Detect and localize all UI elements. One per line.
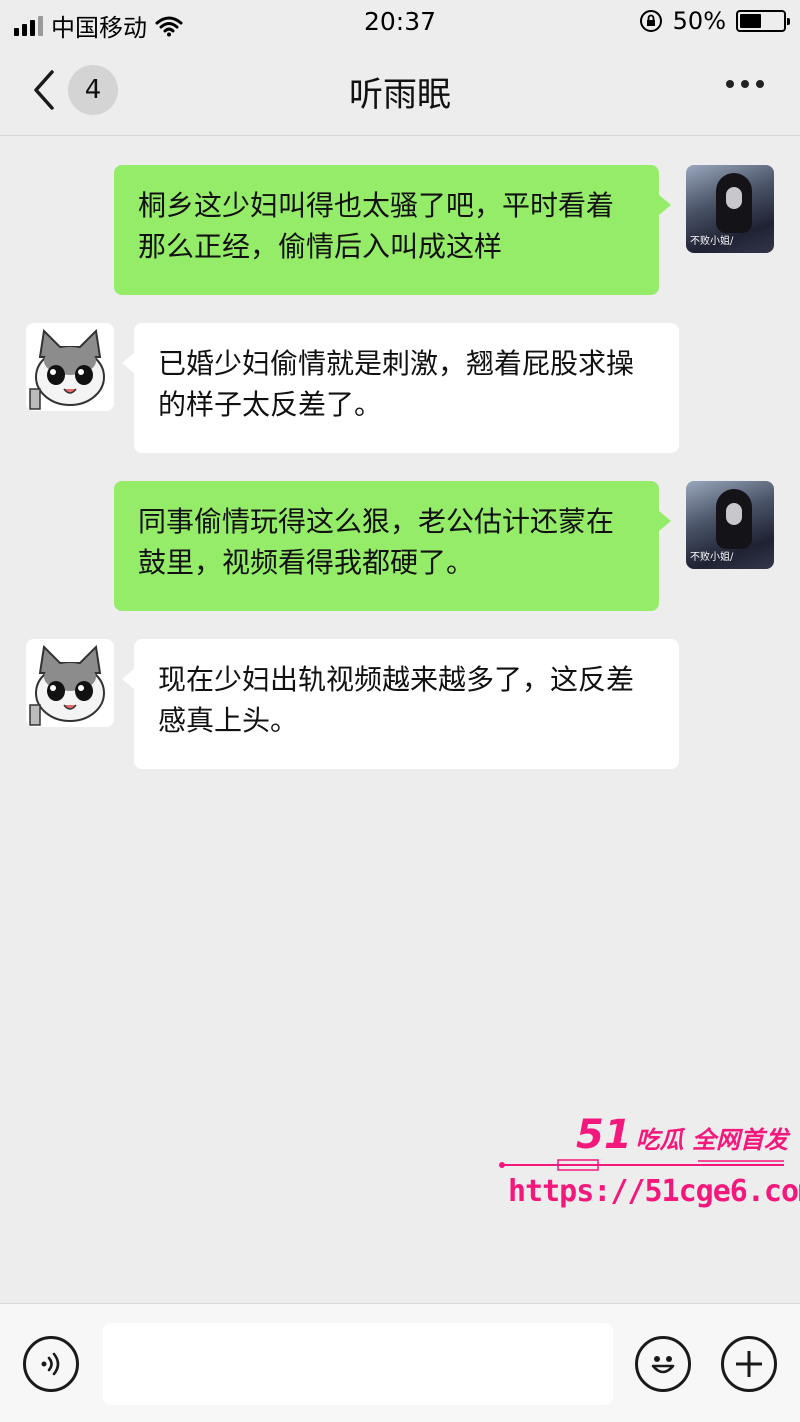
watermark-number: 51 <box>576 1112 632 1158</box>
rotation-lock-icon <box>639 10 662 32</box>
emoji-icon <box>651 1356 675 1374</box>
voice-icon <box>41 1352 60 1376</box>
status-bar: 中国移动 20:37 50% <box>0 0 800 44</box>
sender-avatar[interactable]: 不败小姐/ <box>686 165 774 253</box>
cat-avatar-icon <box>26 639 114 727</box>
battery-level-fill <box>740 14 761 28</box>
watermark-text: 吃瓜 全网首发 <box>635 1126 789 1154</box>
emoji-button[interactable] <box>635 1336 691 1392</box>
avatar-caption: 不败小姐/ <box>690 236 734 247</box>
chat-title: 听雨眠 <box>349 75 451 115</box>
chat-input-bar <box>0 1303 800 1422</box>
voice-button[interactable] <box>23 1336 79 1392</box>
watermark-line-decoration <box>499 1159 784 1171</box>
watermark-url: https://51cge6.com <box>508 1174 800 1209</box>
watermark-title: 51 吃瓜 全网首发 <box>576 1112 788 1158</box>
message-text: 已婚少妇偷情就是刺激，翘着屁股求操的样子太反差了。 <box>158 347 635 421</box>
message-text: 同事偷情玩得这么狠，老公估计还蒙在鼓里，视频看得我都硬了。 <box>138 505 615 579</box>
plus-icon <box>736 1351 762 1377</box>
cat-avatar-icon <box>26 323 114 411</box>
avatar-caption: 不败小姐/ <box>690 552 734 563</box>
battery-percent: 50% <box>672 7 726 35</box>
message-input[interactable] <box>103 1323 613 1405</box>
ellipsis-icon <box>726 80 734 88</box>
more-options-button[interactable] <box>726 80 764 88</box>
contact-avatar[interactable] <box>26 323 114 411</box>
message-text: 现在少妇出轨视频越来越多了，这反差感真上头。 <box>158 663 635 737</box>
watermark: 51 吃瓜 全网首发 https://51cge6.com <box>498 1112 800 1222</box>
chat-header: 4 听雨眠 <box>0 44 800 136</box>
message-text: 桐乡这少妇叫得也太骚了吧，平时看着那么正经，偷情后入叫成这样 <box>138 189 615 263</box>
more-functions-button[interactable] <box>721 1336 777 1392</box>
message-bubble-sent[interactable]: 同事偷情玩得这么狠，老公估计还蒙在鼓里，视频看得我都硬了。 <box>114 481 671 611</box>
status-right: 50% <box>639 7 790 35</box>
battery-icon <box>736 10 790 32</box>
message-bubble-received[interactable]: 现在少妇出轨视频越来越多了，这反差感真上头。 <box>122 639 679 769</box>
message-bubble-received[interactable]: 已婚少妇偷情就是刺激，翘着屁股求操的样子太反差了。 <box>122 323 679 453</box>
sender-avatar[interactable]: 不败小姐/ <box>686 481 774 569</box>
contact-avatar[interactable] <box>26 639 114 727</box>
message-bubble-sent[interactable]: 桐乡这少妇叫得也太骚了吧，平时看着那么正经，偷情后入叫成这样 <box>114 165 671 295</box>
